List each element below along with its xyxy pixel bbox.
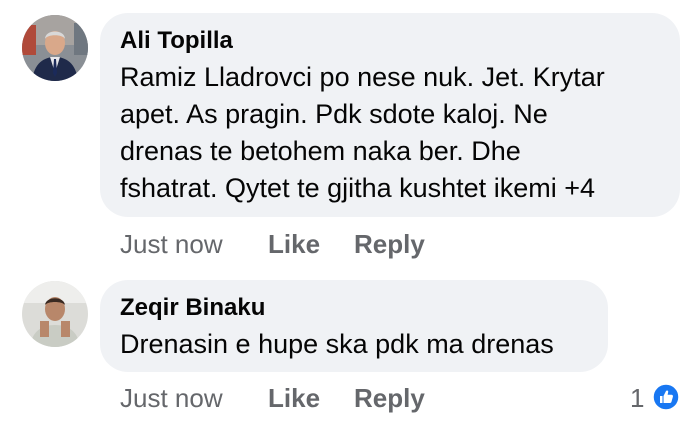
comment-text-line: apet. As pragin. Pdk sdote kaloj. Ne bbox=[120, 99, 548, 129]
comment-timestamp[interactable]: Just now bbox=[120, 229, 223, 260]
comment-bubble: Ali Topilla Ramiz Lladrovci po nese nuk.… bbox=[100, 13, 680, 217]
comment-bubble: Zeqir Binaku Drenasin e hupe ska pdk ma … bbox=[100, 280, 608, 372]
like-thumb-icon bbox=[652, 383, 680, 411]
comment-text-line: drenas te betohem naka ber. Dhe bbox=[120, 136, 521, 166]
avatar[interactable] bbox=[22, 281, 88, 347]
reply-button[interactable]: Reply bbox=[354, 383, 425, 414]
like-button[interactable]: Like bbox=[268, 383, 320, 414]
comment-text-line: fshatrat. Qytet te gjitha kushtet ikemi … bbox=[120, 173, 595, 203]
reply-button[interactable]: Reply bbox=[354, 229, 425, 260]
comment-timestamp[interactable]: Just now bbox=[120, 383, 223, 414]
like-button[interactable]: Like bbox=[268, 229, 320, 260]
reaction-count: 1 bbox=[630, 383, 645, 413]
reaction-summary[interactable]: 1 bbox=[630, 383, 682, 413]
avatar[interactable] bbox=[22, 15, 88, 81]
comment-author[interactable]: Zeqir Binaku bbox=[120, 294, 265, 322]
comment-text-line: Drenasin e hupe ska pdk ma drenas bbox=[120, 329, 554, 359]
comment-text-line: Ramiz Lladrovci po nese nuk. Jet. Krytar bbox=[120, 62, 605, 92]
comment-author[interactable]: Ali Topilla bbox=[120, 27, 233, 55]
comments-page: Ali Topilla Ramiz Lladrovci po nese nuk.… bbox=[0, 0, 700, 423]
